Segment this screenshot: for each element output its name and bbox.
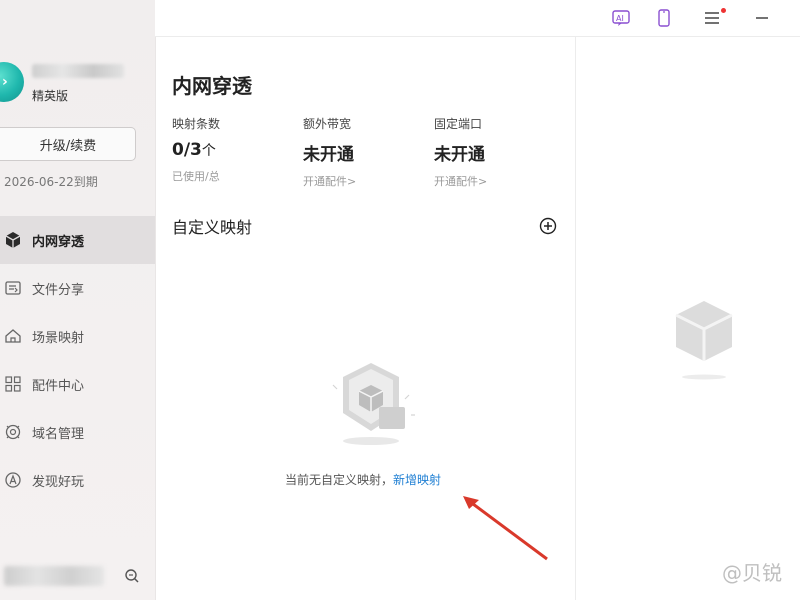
upgrade-button[interactable]: 升级/续费 bbox=[0, 127, 136, 161]
title-bar: AI bbox=[155, 0, 800, 37]
sidebar: › 精英版 升级/续费 2026-06-22到期 内网穿透 文件分享 场景映射 bbox=[0, 0, 156, 600]
open-accessory-link[interactable]: 开通配件> bbox=[303, 173, 356, 189]
red-arrow-annotation bbox=[455, 487, 555, 571]
grid-icon bbox=[3, 374, 23, 394]
home-icon bbox=[3, 326, 23, 346]
stat-value: 未开通 bbox=[434, 145, 485, 165]
notification-dot bbox=[721, 8, 726, 13]
app-logo: › bbox=[0, 62, 24, 102]
file-share-icon bbox=[3, 278, 23, 298]
stat-label: 固定端口 bbox=[434, 117, 483, 131]
stat-mapping-count: 映射条数 0/3个 已使用/总 bbox=[172, 115, 220, 184]
cube-icon bbox=[3, 230, 23, 250]
stat-label: 映射条数 bbox=[172, 117, 221, 131]
sidebar-item-file-share[interactable]: 文件分享 bbox=[0, 264, 155, 312]
edition-label: 精英版 bbox=[32, 89, 69, 103]
mobile-icon[interactable] bbox=[653, 7, 675, 29]
svg-text:AI: AI bbox=[616, 14, 624, 23]
stat-label: 额外带宽 bbox=[303, 117, 352, 131]
stat-value: 0/3个 bbox=[172, 140, 216, 160]
domain-icon bbox=[3, 422, 23, 442]
sidebar-item-accessories[interactable]: 配件中心 bbox=[0, 360, 155, 408]
sidebar-item-intranet[interactable]: 内网穿透 bbox=[0, 216, 155, 264]
sidebar-item-label: 场景映射 bbox=[32, 330, 85, 346]
expire-date: 2026-06-22到期 bbox=[4, 175, 98, 189]
add-mapping-link[interactable]: 新增映射 bbox=[393, 473, 441, 487]
stat-sub: 已使用/总 bbox=[172, 170, 220, 183]
sidebar-item-discover[interactable]: 发现好玩 bbox=[0, 456, 155, 504]
menu-icon[interactable] bbox=[701, 7, 726, 29]
blurred-user-info bbox=[4, 566, 104, 586]
stat-fixed-port: 固定端口 未开通 开通配件> bbox=[434, 115, 487, 189]
detail-panel: @贝锐 bbox=[576, 37, 800, 600]
sidebar-item-scene-mapping[interactable]: 场景映射 bbox=[0, 312, 155, 360]
ai-icon[interactable]: AI bbox=[610, 7, 632, 29]
sidebar-nav: 内网穿透 文件分享 场景映射 配件中心 域名管理 发现好玩 bbox=[0, 216, 155, 504]
watermark: @贝锐 bbox=[722, 561, 782, 585]
discover-icon bbox=[3, 470, 23, 490]
page-title: 内网穿透 bbox=[172, 74, 252, 98]
sidebar-item-label: 配件中心 bbox=[32, 378, 85, 394]
add-mapping-button[interactable] bbox=[539, 217, 557, 235]
minimize-icon[interactable] bbox=[751, 7, 773, 29]
sidebar-item-label: 内网穿透 bbox=[32, 234, 85, 250]
section-title: 自定义映射 bbox=[172, 218, 253, 237]
main-panel: 内网穿透 映射条数 0/3个 已使用/总 额外带宽 未开通 开通配件> 固定端口… bbox=[155, 37, 576, 600]
stat-extra-bandwidth: 额外带宽 未开通 开通配件> bbox=[303, 115, 356, 189]
sidebar-item-domain[interactable]: 域名管理 bbox=[0, 408, 155, 456]
sidebar-item-label: 文件分享 bbox=[32, 282, 85, 298]
open-accessory-link[interactable]: 开通配件> bbox=[434, 173, 487, 189]
empty-state-message: 当前无自定义映射，新增映射 bbox=[285, 473, 442, 487]
empty-state-illustration bbox=[327, 355, 427, 454]
sidebar-item-label: 发现好玩 bbox=[32, 474, 85, 490]
cube-placeholder-icon bbox=[672, 295, 736, 389]
search-icon[interactable] bbox=[124, 568, 140, 588]
blurred-account-name bbox=[32, 64, 124, 78]
stat-value: 未开通 bbox=[303, 145, 354, 165]
sidebar-item-label: 域名管理 bbox=[32, 426, 85, 442]
